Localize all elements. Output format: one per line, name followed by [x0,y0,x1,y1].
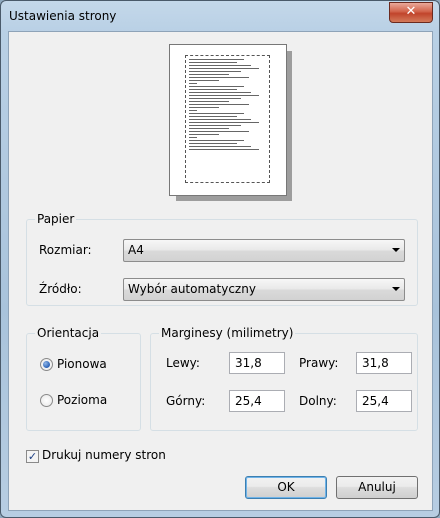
source-label: Źródło: [39,282,82,296]
preview-line [189,59,244,60]
margins-group: Marginesy (milimetry) [150,326,418,431]
preview-line [189,113,244,114]
top-margin-label: Górny: [166,394,206,408]
preview-line [189,86,244,87]
preview-line [189,92,251,93]
preview-line [189,143,237,144]
right-margin-input[interactable]: 31,8 [356,352,412,374]
landscape-radio[interactable] [40,394,53,407]
source-select-value: Wybór automatyczny [128,282,256,296]
preview-line [189,62,237,63]
bottom-margin-label: Dolny: [299,394,337,408]
chevron-down-icon [392,248,400,252]
preview-line [189,131,249,132]
page-setup-window: Ustawienia strony ✕ Papier Rozmiar: A4 Ź… [0,0,440,518]
preview-line [189,107,219,108]
preview-line [189,149,259,150]
right-margin-label: Prawy: [299,356,339,370]
orientation-group-label: Orientacja [35,326,102,340]
bottom-margin-value: 25,4 [362,394,389,408]
left-margin-input[interactable]: 31,8 [229,352,285,374]
preview-line [189,128,229,129]
margins-group-label: Marginesy (milimetry) [159,326,296,340]
preview-line [189,119,251,120]
page-preview [169,44,287,196]
preview-line [189,104,249,105]
checkmark-icon: ✓ [27,450,38,463]
right-margin-value: 31,8 [362,356,389,370]
print-page-numbers-label[interactable]: Drukuj numery stron [42,448,166,462]
orientation-group: Orientacja [26,326,141,431]
paper-group-label: Papier [35,212,77,226]
preview-line [189,134,219,135]
preview-line [189,83,197,84]
chevron-down-icon [392,287,400,291]
preview-line [189,125,241,126]
landscape-label[interactable]: Pozioma [57,393,107,407]
preview-line [189,77,249,78]
portrait-label[interactable]: Pionowa [57,357,107,371]
preview-line [189,146,251,147]
preview-margin-box [185,55,270,183]
preview-line [189,137,197,138]
size-select-value: A4 [128,243,144,257]
bottom-margin-input[interactable]: 25,4 [356,390,412,412]
close-button[interactable]: ✕ [389,2,433,23]
ok-button[interactable]: OK [245,476,327,499]
preview-line [189,89,237,90]
preview-line [189,110,197,111]
dialog-body: Papier Rozmiar: A4 Źródło: Wybór automat… [8,31,433,511]
top-margin-input[interactable]: 25,4 [229,390,285,412]
source-select[interactable]: Wybór automatyczny [123,278,405,301]
cancel-button[interactable]: Anuluj [336,476,418,499]
close-icon: ✕ [405,4,417,19]
preview-line [189,140,244,141]
preview-line [189,122,259,123]
left-margin-value: 31,8 [235,356,262,370]
left-margin-label: Lewy: [166,356,200,370]
size-select[interactable]: A4 [123,239,405,262]
portrait-radio[interactable] [40,358,53,371]
preview-line [189,98,241,99]
preview-line [189,101,229,102]
preview-line [189,71,241,72]
preview-line [189,116,237,117]
print-page-numbers-checkbox[interactable]: ✓ [26,450,39,463]
window-title: Ustawienia strony [9,9,117,23]
top-margin-value: 25,4 [235,394,262,408]
preview-line [189,65,251,66]
preview-text-lines [189,59,269,152]
preview-line [189,95,259,96]
preview-line [189,68,259,69]
size-label: Rozmiar: [39,243,92,257]
preview-line [189,80,219,81]
preview-line [189,74,229,75]
title-bar[interactable]: Ustawienia strony ✕ [1,1,439,31]
